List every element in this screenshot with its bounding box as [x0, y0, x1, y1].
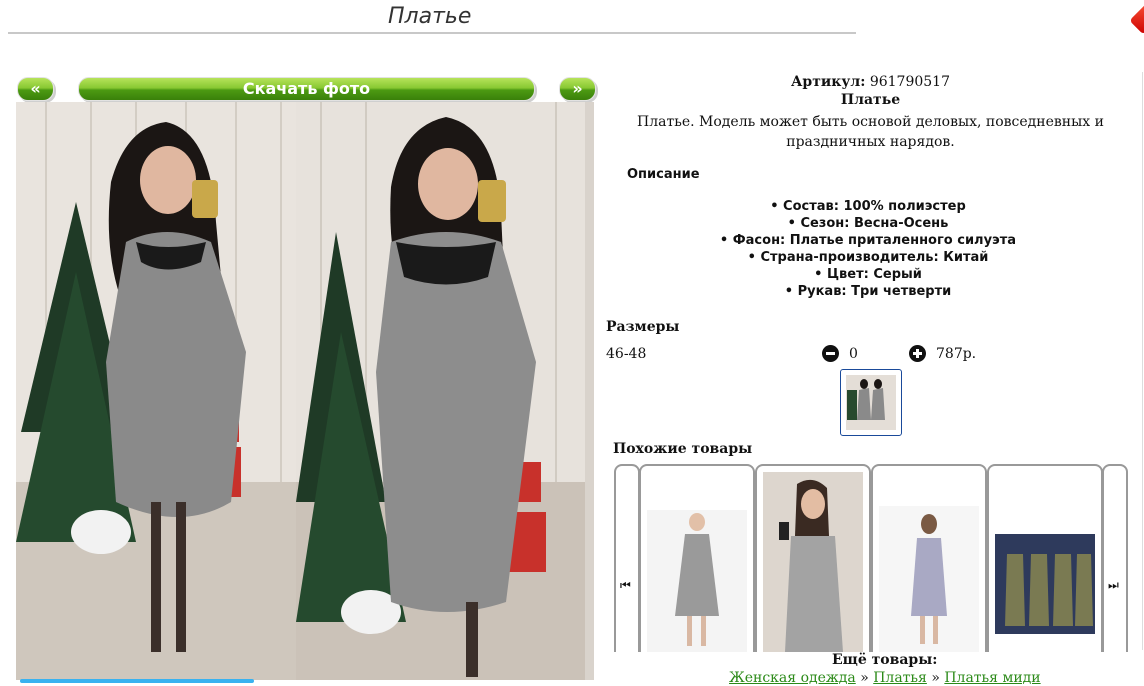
next-photo-button[interactable]: » — [559, 77, 596, 101]
title-divider — [8, 32, 856, 34]
similar-product-card[interactable] — [871, 464, 987, 652]
prev-photo-button[interactable]: « — [17, 77, 54, 101]
panel-border — [1142, 72, 1143, 650]
minus-icon[interactable] — [822, 345, 839, 362]
photo-right-half — [296, 102, 585, 680]
carousel-next-button[interactable]: ⏭ — [1102, 464, 1128, 652]
description-heading: Описание — [627, 167, 700, 182]
close-icon[interactable] — [1131, 0, 1144, 34]
spec-item: • Страна-производитель: Китай — [747, 250, 989, 265]
product-photo — [16, 102, 594, 680]
photo-left-half — [16, 102, 305, 680]
size-value: 46-48 — [606, 346, 647, 362]
article-value: 961790517 — [869, 74, 950, 90]
spec-item: • Рукав: Три четверти — [784, 284, 952, 299]
article-label: Артикул: — [791, 74, 866, 90]
product-info: Артикул: 961790517 Платье Платье. Модель… — [598, 72, 1143, 152]
similar-product-card[interactable] — [987, 464, 1103, 652]
skip-back-icon: ⏮ — [620, 578, 631, 592]
page-title: Платье — [388, 4, 472, 29]
more-products-heading: Ещё товары: — [832, 652, 938, 668]
sizes-heading: Размеры — [606, 319, 680, 335]
similar-product-card[interactable] — [639, 464, 755, 652]
plus-icon[interactable] — [909, 345, 926, 362]
skip-forward-icon: ⏭ — [1108, 578, 1119, 592]
similar-product-card[interactable] — [755, 464, 871, 652]
breadcrumb: Женская одежда » Платья » Платья миди — [729, 670, 1041, 686]
spec-list: • Состав: 100% полиэстер • Сезон: Весна-… — [598, 198, 1138, 300]
breadcrumb-link[interactable]: Женская одежда — [729, 670, 856, 686]
breadcrumb-link[interactable]: Платья миди — [944, 670, 1040, 686]
photo-thumbnail[interactable] — [840, 369, 902, 436]
similar-heading: Похожие товары — [613, 441, 753, 457]
product-description: Платье. Модель может быть основой деловы… — [637, 114, 1104, 150]
carousel-prev-button[interactable]: ⏮ — [614, 464, 640, 652]
product-name: Платье — [840, 92, 901, 108]
breadcrumb-link[interactable]: Платья — [873, 670, 927, 686]
horizontal-scrollbar[interactable] — [20, 679, 254, 683]
quantity-value: 0 — [849, 346, 858, 362]
spec-item: • Состав: 100% полиэстер — [770, 199, 966, 214]
article-line: Артикул: 961790517 — [598, 74, 1143, 90]
download-photo-button[interactable]: Скачать фото — [78, 77, 535, 101]
spec-item: • Сезон: Весна-Осень — [787, 216, 949, 231]
similar-carousel: ⏮ ⏭ — [614, 464, 1129, 652]
spec-item: • Цвет: Серый — [814, 267, 922, 282]
price: 787р. — [936, 346, 977, 362]
spec-item: • Фасон: Платье приталенного силуэта — [719, 233, 1017, 248]
